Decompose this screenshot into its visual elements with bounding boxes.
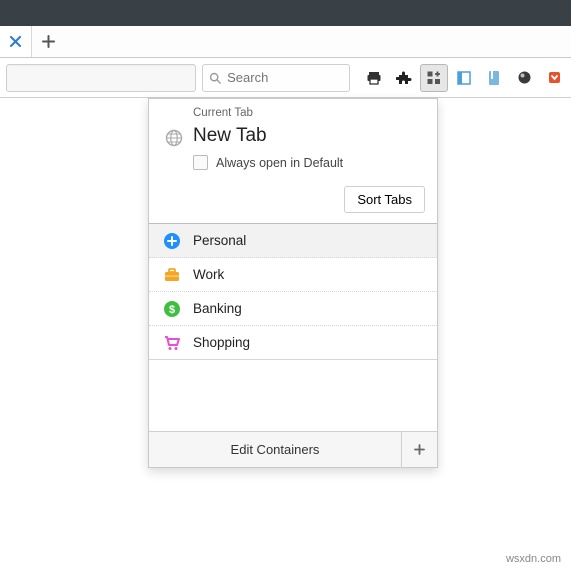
svg-text:$: $	[169, 304, 175, 316]
container-item-shopping[interactable]: Shopping	[149, 326, 437, 360]
print-icon	[366, 70, 382, 86]
search-bar[interactable]	[202, 64, 350, 92]
page-content: Current Tab New Tab Always open in Defau…	[0, 98, 571, 571]
cart-icon	[163, 334, 181, 352]
container-item-banking[interactable]: $ Banking	[149, 292, 437, 326]
container-label: Shopping	[193, 335, 250, 350]
popup-footer: Edit Containers	[149, 431, 437, 467]
search-icon	[209, 71, 221, 85]
globe-icon	[165, 129, 183, 150]
browser-tab[interactable]	[0, 26, 32, 57]
container-label: Personal	[193, 233, 246, 248]
container-label: Work	[193, 267, 224, 282]
sort-tabs-button[interactable]: Sort Tabs	[344, 186, 425, 213]
containers-button[interactable]	[420, 64, 448, 92]
window-titlebar	[0, 0, 571, 26]
close-icon[interactable]	[10, 36, 21, 47]
always-open-label: Always open in Default	[216, 156, 343, 170]
plus-icon	[42, 35, 55, 48]
sidebar-icon	[456, 70, 472, 86]
downloads-button[interactable]	[510, 64, 538, 92]
book-icon	[487, 70, 501, 86]
url-bar[interactable]	[6, 64, 196, 92]
bookmarks-button[interactable]	[480, 64, 508, 92]
pocket-button[interactable]	[540, 64, 568, 92]
pocket-icon	[547, 70, 562, 85]
puzzle-icon	[396, 70, 412, 86]
add-container-button[interactable]	[401, 432, 437, 468]
container-item-work[interactable]: Work	[149, 258, 437, 292]
search-input[interactable]	[227, 70, 343, 85]
tab-strip	[0, 26, 571, 58]
plus-icon	[413, 443, 426, 456]
watermark: wsxdn.com	[506, 553, 561, 565]
dollar-icon: $	[163, 300, 181, 318]
browser-toolbar	[0, 58, 571, 98]
new-tab-button[interactable]	[32, 26, 64, 57]
container-label: Banking	[193, 301, 242, 316]
circle-plus-icon	[163, 232, 181, 250]
addons-button[interactable]	[390, 64, 418, 92]
current-tab-name: New Tab	[193, 125, 267, 147]
container-item-personal[interactable]: Personal	[149, 224, 437, 258]
container-list: Personal Work $ Banking Shopping	[149, 223, 437, 360]
briefcase-icon	[163, 266, 181, 284]
print-button[interactable]	[360, 64, 388, 92]
containers-popup: Current Tab New Tab Always open in Defau…	[148, 98, 438, 468]
always-open-checkbox[interactable]	[193, 155, 208, 170]
current-tab-label: Current Tab	[193, 107, 253, 119]
containers-icon	[426, 70, 442, 86]
sidebar-button[interactable]	[450, 64, 478, 92]
globe-dark-icon	[517, 70, 532, 85]
edit-containers-button[interactable]: Edit Containers	[149, 442, 401, 457]
